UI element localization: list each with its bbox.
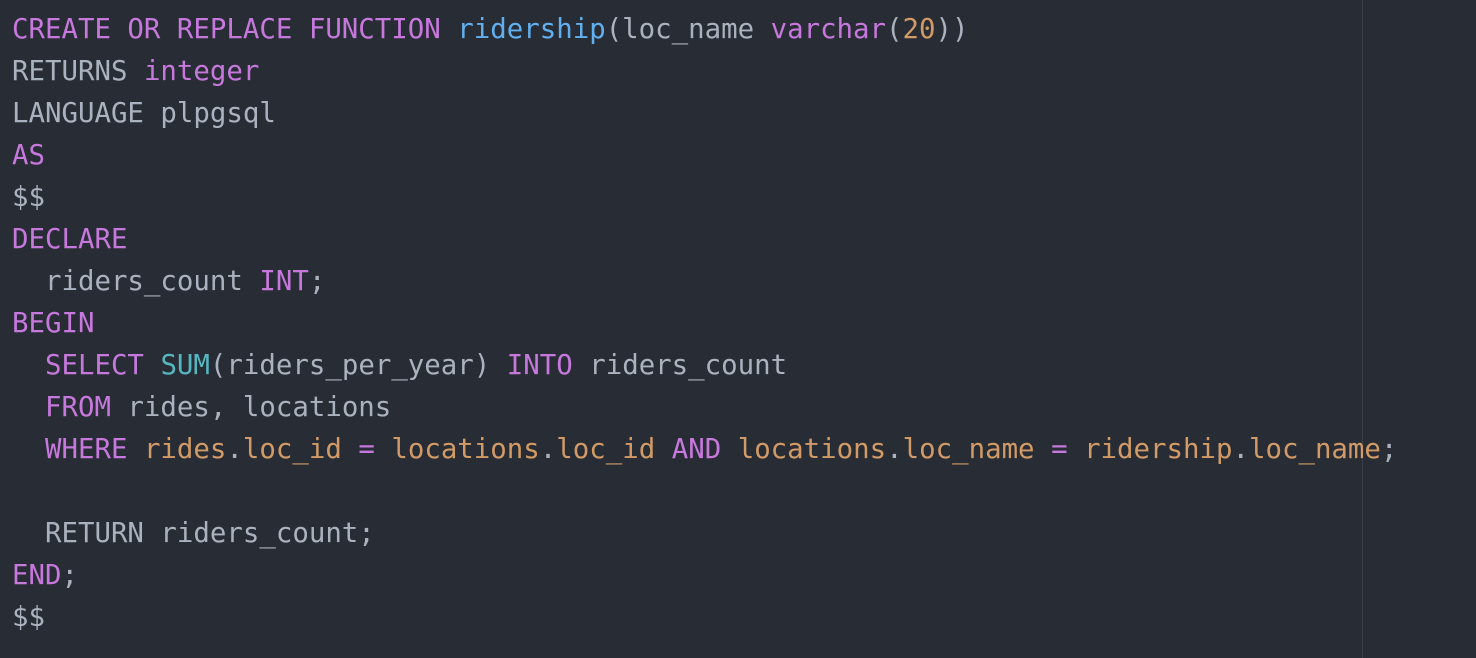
code-token: END xyxy=(12,560,62,591)
code-token: rides, locations xyxy=(110,392,392,423)
code-token: DECLARE xyxy=(12,224,128,255)
code-token: . xyxy=(539,434,557,465)
code-line: WHERE rides.loc_id = locations.loc_id AN… xyxy=(12,429,1397,471)
code-token: varchar xyxy=(770,14,887,45)
code-token: $$ xyxy=(12,182,45,213)
code-token: loc_name xyxy=(902,434,1035,465)
code-token: RETURN riders_count; xyxy=(12,518,375,549)
code-token: ; xyxy=(61,560,78,591)
code-line: $$ xyxy=(12,177,1397,219)
code-token: = xyxy=(358,434,375,465)
code-line: FROM rides, locations xyxy=(12,387,1397,429)
code-token: ; xyxy=(1380,434,1398,465)
code-token: CREATE OR REPLACE FUNCTION xyxy=(12,14,441,45)
code-editor[interactable]: CREATE OR REPLACE FUNCTION ridership(loc… xyxy=(0,0,1476,658)
code-line: RETURNS integer xyxy=(12,51,1397,93)
code-token: locations xyxy=(737,434,887,465)
code-line: SELECT SUM(riders_per_year) INTO riders_… xyxy=(12,345,1397,387)
code-line: RETURN riders_count; xyxy=(12,513,1397,555)
code-token: = xyxy=(1051,434,1068,465)
code-token: ( xyxy=(886,14,903,45)
code-token: $$ xyxy=(12,602,45,633)
code-token: SELECT xyxy=(44,350,144,381)
code-line: CREATE OR REPLACE FUNCTION ridership(loc… xyxy=(12,9,1397,51)
code-line: riders_count INT; xyxy=(12,261,1397,303)
code-token: INT xyxy=(259,266,309,297)
code-token: WHERE xyxy=(44,434,128,465)
code-token: locations xyxy=(391,434,540,465)
code-line: $$ xyxy=(12,597,1397,639)
code-token: AND xyxy=(671,434,722,465)
code-token: 20 xyxy=(902,14,936,45)
code-line: DECLARE xyxy=(12,219,1397,261)
code-token: loc_name xyxy=(1248,434,1381,465)
code-token: INTO xyxy=(506,350,573,381)
code-line: END; xyxy=(12,555,1397,597)
code-line: LANGUAGE plpgsql xyxy=(12,93,1397,135)
code-token: LANGUAGE plpgsql xyxy=(12,98,276,129)
code-token: SUM xyxy=(160,350,210,381)
code-line: BEGIN xyxy=(12,303,1397,345)
code-token: RETURNS xyxy=(12,56,144,87)
code-token: ; xyxy=(308,266,326,297)
code-token: FROM xyxy=(44,392,111,423)
code-token: rides xyxy=(143,434,227,465)
code-area[interactable]: CREATE OR REPLACE FUNCTION ridership(loc… xyxy=(12,9,1397,639)
code-line: AS xyxy=(12,135,1397,177)
code-token: integer xyxy=(143,56,260,87)
code-token: (loc_name xyxy=(605,14,771,45)
code-token: . xyxy=(1232,434,1249,465)
code-token: ridership xyxy=(457,14,606,45)
code-token: . xyxy=(226,434,243,465)
code-token: )) xyxy=(935,14,969,45)
code-token: loc_id xyxy=(242,434,342,465)
code-token: riders_count xyxy=(12,266,260,297)
code-token: riders_count xyxy=(572,350,788,381)
code-token: (riders_per_year) xyxy=(209,350,507,381)
code-token: AS xyxy=(12,140,45,171)
code-token: . xyxy=(886,434,903,465)
code-token: ridership xyxy=(1084,434,1233,465)
code-token: BEGIN xyxy=(12,308,95,339)
code-token: loc_id xyxy=(556,434,656,465)
